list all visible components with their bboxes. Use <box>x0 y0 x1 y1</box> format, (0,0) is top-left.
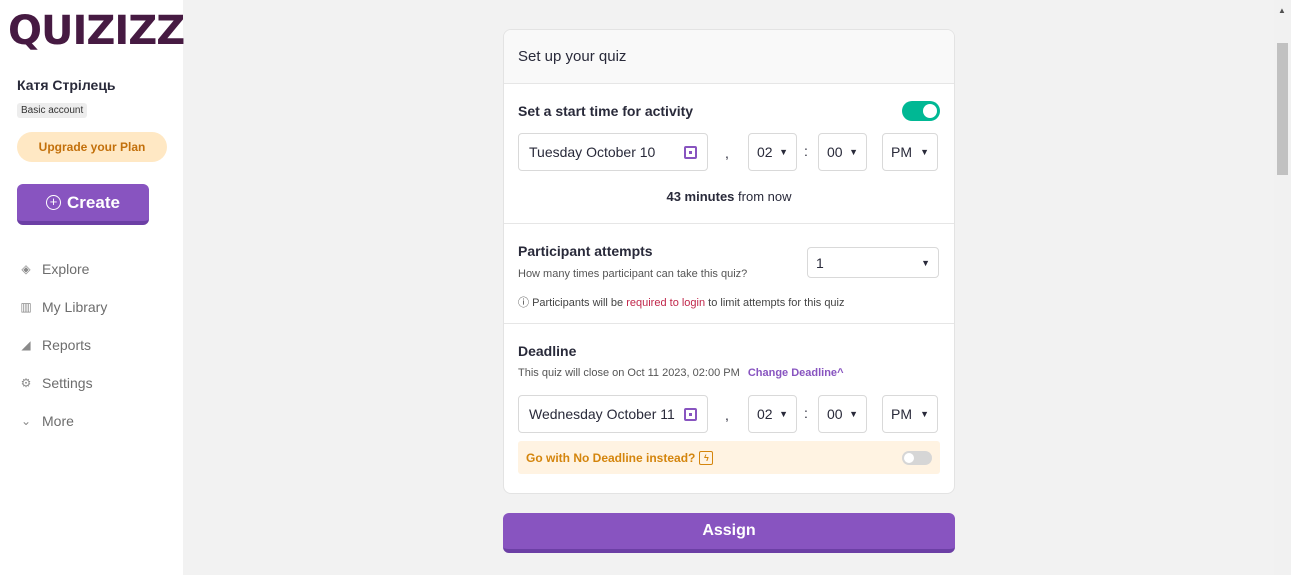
start-date-picker[interactable]: Tuesday October 10 <box>518 133 708 171</box>
sidebar-item-label: My Library <box>42 299 108 315</box>
caret-down-icon: ▼ <box>921 257 930 268</box>
required-login-text: required to login <box>626 297 706 309</box>
start-hour-value: 02 <box>757 144 773 160</box>
scroll-thumb[interactable] <box>1277 43 1288 175</box>
caret-down-icon: ▼ <box>849 147 858 157</box>
caret-down-icon: ▼ <box>779 409 788 419</box>
comma-separator: , <box>725 407 729 423</box>
sidebar-item-my-library[interactable]: ▥ My Library <box>19 288 107 326</box>
countdown-minutes: 43 minutes <box>666 189 735 204</box>
attempts-subtitle: How many times participant can take this… <box>518 268 748 280</box>
quizizz-logo[interactable]: QUIZIZZ <box>8 8 185 54</box>
change-deadline-link[interactable]: Change Deadline^ <box>748 367 844 379</box>
attempts-value: 1 <box>816 254 824 271</box>
attempts-select[interactable]: 1 ▼ <box>807 247 939 278</box>
sidebar-item-label: Reports <box>42 337 92 353</box>
deadline-close-info: This quiz will close on Oct 11 2023, 02:… <box>518 367 740 379</box>
sidebar-item-explore[interactable]: ◈ Explore <box>19 250 107 288</box>
countdown-suffix: from now <box>738 189 792 204</box>
deadline-close-text: This quiz will close on Oct 11 2023, 02:… <box>518 367 844 379</box>
lightning-icon: ϟ <box>699 450 714 465</box>
caret-down-icon: ▼ <box>779 147 788 157</box>
start-minute-value: 00 <box>827 144 843 160</box>
caret-down-icon: ▼ <box>849 409 858 419</box>
sidebar-item-label: Settings <box>42 375 93 391</box>
sidebar-item-label: Explore <box>42 261 90 277</box>
sidebar-item-settings[interactable]: ⚙ Settings <box>19 364 107 402</box>
start-time-title: Set a start time for activity <box>518 103 694 119</box>
deadline-ampm-value: PM <box>891 406 912 422</box>
no-deadline-text: Go with No Deadline instead? ϟ <box>526 450 714 465</box>
sidebar-item-reports[interactable]: ◢ Reports <box>19 326 107 364</box>
calendar-icon <box>684 407 697 421</box>
note-prefix: Participants will be <box>532 297 624 309</box>
no-deadline-label: Go with No Deadline instead? <box>526 450 696 465</box>
deadline-ampm-select[interactable]: PM ▼ <box>882 395 938 433</box>
deadline-hour-value: 02 <box>757 406 773 422</box>
quiz-setup-card: Set up your quiz Set a start time for ac… <box>503 29 955 494</box>
start-ampm-value: PM <box>891 144 912 160</box>
upgrade-plan-button[interactable]: Upgrade your Plan <box>17 132 167 162</box>
caret-down-icon: ▼ <box>920 409 929 419</box>
user-name: Катя Стрілець <box>17 77 116 93</box>
plus-circle-icon: + <box>46 195 62 210</box>
scroll-up-arrow-icon[interactable]: ▲ <box>1278 6 1286 15</box>
note-suffix: to limit attempts for this quiz <box>708 297 845 309</box>
comma-separator: , <box>725 145 729 161</box>
deadline-minute-value: 00 <box>827 406 843 422</box>
start-date-value: Tuesday October 10 <box>529 144 656 160</box>
change-deadline-label: Change Deadline <box>747 367 838 379</box>
start-ampm-select[interactable]: PM ▼ <box>882 133 938 171</box>
create-button[interactable]: + Create <box>17 184 149 225</box>
colon-separator: : <box>804 405 808 421</box>
sidebar-nav: ◈ Explore ▥ My Library ◢ Reports ⚙ Setti… <box>19 250 107 440</box>
info-icon: ⓘ <box>518 297 529 309</box>
calendar-icon <box>684 145 697 159</box>
start-time-toggle[interactable] <box>902 101 940 121</box>
explore-icon: ◈ <box>21 262 31 276</box>
deadline-minute-select[interactable]: 00 ▼ <box>818 395 867 433</box>
attempts-title: Participant attempts <box>518 243 653 259</box>
colon-separator: : <box>804 143 808 159</box>
start-countdown: 43 minutes from now <box>504 189 954 204</box>
create-button-label: Create <box>67 192 120 212</box>
no-deadline-option: Go with No Deadline instead? ϟ <box>518 441 940 474</box>
deadline-hour-select[interactable]: 02 ▼ <box>748 395 797 433</box>
deadline-date-picker[interactable]: Wednesday October 11 <box>518 395 708 433</box>
assign-button[interactable]: Assign <box>503 513 955 553</box>
sidebar-item-more[interactable]: ⌄ More <box>19 402 107 440</box>
start-minute-select[interactable]: 00 ▼ <box>818 133 867 171</box>
reports-icon: ◢ <box>21 338 31 352</box>
chevron-up-icon: ^ <box>837 367 844 379</box>
card-title: Set up your quiz <box>504 30 954 84</box>
sidebar-item-label: More <box>42 413 74 429</box>
deadline-date-value: Wednesday October 11 <box>529 406 675 422</box>
chevron-down-icon: ⌄ <box>20 414 32 428</box>
settings-icon: ⚙ <box>20 376 32 390</box>
caret-down-icon: ▼ <box>920 147 929 157</box>
start-hour-select[interactable]: 02 ▼ <box>748 133 797 171</box>
library-icon: ▥ <box>20 300 32 314</box>
attempts-login-note: ⓘ Participants will be required to login… <box>518 294 845 310</box>
scrollbar[interactable]: ▲ <box>1274 0 1291 575</box>
account-type-badge: Basic account <box>17 103 88 118</box>
no-deadline-toggle[interactable] <box>902 450 932 465</box>
sidebar: QUIZIZZ Катя Стрілець Basic account Upgr… <box>0 0 185 575</box>
deadline-title: Deadline <box>518 343 577 359</box>
